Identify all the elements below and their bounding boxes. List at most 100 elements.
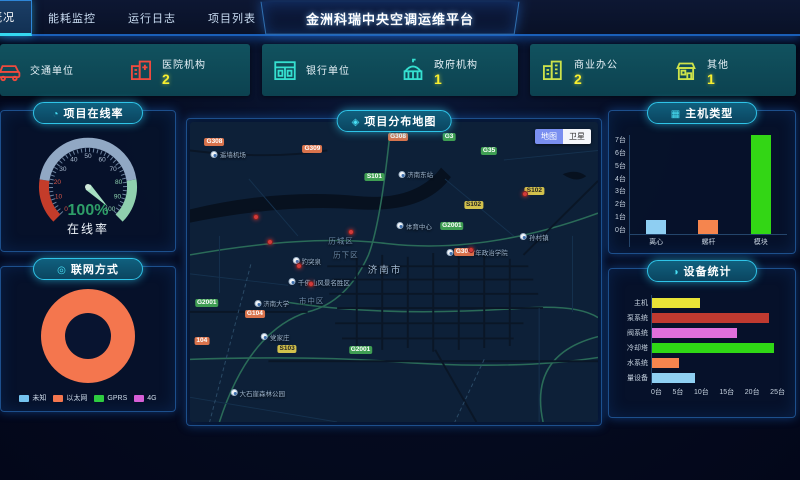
- xaxis-tick-label: 25台: [770, 387, 785, 397]
- yaxis-tick-label: 2台: [615, 199, 626, 209]
- map-poi[interactable]: 济南大学: [254, 298, 289, 308]
- hospital-icon: [128, 57, 154, 83]
- bar-模块[interactable]: [751, 135, 771, 234]
- device-row: 阀系统: [615, 325, 785, 340]
- road-shield: G2001: [440, 222, 464, 230]
- legend-item[interactable]: 未知: [19, 393, 46, 403]
- car-icon: [0, 57, 22, 83]
- road-shield: G2001: [195, 299, 219, 307]
- poi-label: 济南东站: [407, 169, 433, 179]
- nav-tab-projects[interactable]: 项目列表: [192, 0, 272, 36]
- xaxis-tick-label: 0台: [651, 387, 662, 397]
- device-category-label: 主机: [615, 298, 651, 308]
- map-canvas[interactable]: G308G309G308G3G35S101S102S102G2001G309G2…: [190, 122, 598, 422]
- legend-label: 以太网: [66, 393, 87, 403]
- nav-tab-energy[interactable]: 能耗监控: [32, 0, 112, 36]
- legend-swatch: [94, 395, 104, 402]
- project-marker[interactable]: [267, 239, 273, 245]
- legend-swatch: [134, 395, 144, 402]
- map-poi[interactable]: 遥墙机场: [211, 149, 246, 159]
- xaxis-category-label: 螺杆: [682, 235, 734, 247]
- bar-量设备[interactable]: [652, 373, 695, 383]
- map-poi[interactable]: 大石崖森林公园: [230, 388, 285, 398]
- project-marker[interactable]: [253, 214, 259, 220]
- dashboard: 概况 能耗监控 运行日志 项目列表 视频监控 金洲科瑞中央空调运维平台 交通单位: [0, 0, 800, 480]
- road-shield: G308: [388, 133, 408, 141]
- stat-card-bank-government: 银行单位 政府机构 1: [262, 44, 518, 96]
- map-poi[interactable]: 党家庄: [261, 332, 290, 342]
- bar-column: 离心: [630, 135, 682, 247]
- stat-label: 政府机构: [434, 56, 478, 71]
- stat-value: 1: [707, 73, 729, 85]
- stat-hospital: 医院机构 2: [118, 44, 250, 96]
- poi-icon: [289, 278, 296, 285]
- legend-label: 4G: [147, 395, 156, 402]
- government-icon: [400, 57, 426, 83]
- city-label: 济南市: [368, 262, 403, 276]
- stat-office: 商业办公 2: [530, 44, 663, 96]
- poi-icon: [520, 233, 527, 240]
- map-view-button[interactable]: 地图: [535, 129, 563, 144]
- stat-government: 政府机构 1: [390, 44, 518, 96]
- bar-螺杆[interactable]: [698, 220, 718, 234]
- bar-area: [630, 135, 682, 235]
- panel-project-map: ◈项目分布地图: [186, 118, 602, 426]
- project-marker[interactable]: [522, 191, 528, 197]
- poi-icon: [447, 249, 454, 256]
- road-shield: S101: [365, 173, 384, 181]
- project-marker[interactable]: [348, 229, 354, 235]
- host-type-chart: 7台6台5台4台3台2台1台0台 离心螺杆模块: [615, 135, 787, 247]
- map-poi[interactable]: 体育中心: [397, 221, 432, 231]
- district-label: 历城区: [328, 235, 354, 246]
- legend-item[interactable]: 4G: [134, 393, 156, 403]
- device-stats-xaxis: 0台5台10台15台20台25台: [651, 385, 785, 397]
- device-category-label: 水系统: [615, 358, 651, 368]
- panel-device-stats: ◑设备统计 主机泵系统阀系统冷却塔水系统量设备0台5台10台15台20台25台: [608, 268, 796, 418]
- legend-label: GPRS: [107, 395, 127, 402]
- legend-item[interactable]: GPRS: [94, 393, 127, 403]
- legend-swatch: [53, 395, 63, 402]
- yaxis-tick-label: 1台: [615, 212, 626, 222]
- road-shield: S102: [525, 187, 544, 195]
- xaxis-tick-label: 15台: [719, 387, 734, 397]
- xaxis-category-label: 离心: [630, 235, 682, 247]
- nav-tab-runlog[interactable]: 运行日志: [112, 0, 192, 36]
- yaxis-tick-label: 4台: [615, 174, 626, 184]
- device-row: 量设备: [615, 370, 785, 385]
- network-donut-chart[interactable]: [41, 289, 135, 383]
- map-poi[interactable]: 孙村镇: [520, 232, 549, 242]
- panel-title: 项目在线率: [64, 108, 124, 120]
- project-marker[interactable]: [308, 281, 314, 287]
- yaxis-tick-label: 0台: [615, 225, 626, 235]
- stat-card-transport-hospital: 交通单位 医院机构 2: [0, 44, 250, 96]
- legend-item[interactable]: 以太网: [53, 393, 87, 403]
- bar-离心[interactable]: [646, 220, 666, 234]
- yaxis-tick-label: 6台: [615, 148, 626, 158]
- bar-泵系统[interactable]: [652, 313, 769, 323]
- panel-map-header: ◈项目分布地图: [337, 110, 452, 132]
- gauge-tick-label: 80: [115, 179, 123, 186]
- bar-阀系统[interactable]: [652, 328, 737, 338]
- device-stats-icon: ◑: [672, 267, 679, 278]
- panel-title: 联网方式: [71, 264, 119, 276]
- road-shield: S103: [278, 345, 297, 353]
- bar-主机[interactable]: [652, 298, 700, 308]
- panel-title: 设备统计: [684, 266, 732, 278]
- bar-column: 螺杆: [682, 135, 734, 247]
- satellite-view-button[interactable]: 卫星: [563, 129, 591, 144]
- gauge-tick-label: 20: [54, 179, 62, 186]
- poi-label: 大石崖森林公园: [239, 388, 285, 398]
- project-marker[interactable]: [296, 263, 302, 269]
- road-shield: G2001: [349, 346, 373, 354]
- bar-track: [651, 295, 785, 310]
- road-shield: G35: [481, 147, 497, 155]
- yaxis-tick-label: 5台: [615, 161, 626, 171]
- bar-冷却塔[interactable]: [652, 343, 774, 353]
- yaxis-tick-label: 7台: [615, 135, 626, 145]
- nav-tab-overview[interactable]: 概况: [0, 0, 32, 36]
- project-marker[interactable]: [468, 247, 474, 253]
- bar-水系统[interactable]: [652, 358, 679, 368]
- map-poi[interactable]: 济南东站: [398, 169, 433, 179]
- online-rate-value: 100%: [68, 202, 109, 219]
- map-poi[interactable]: 千佛山风景名胜区: [289, 277, 350, 287]
